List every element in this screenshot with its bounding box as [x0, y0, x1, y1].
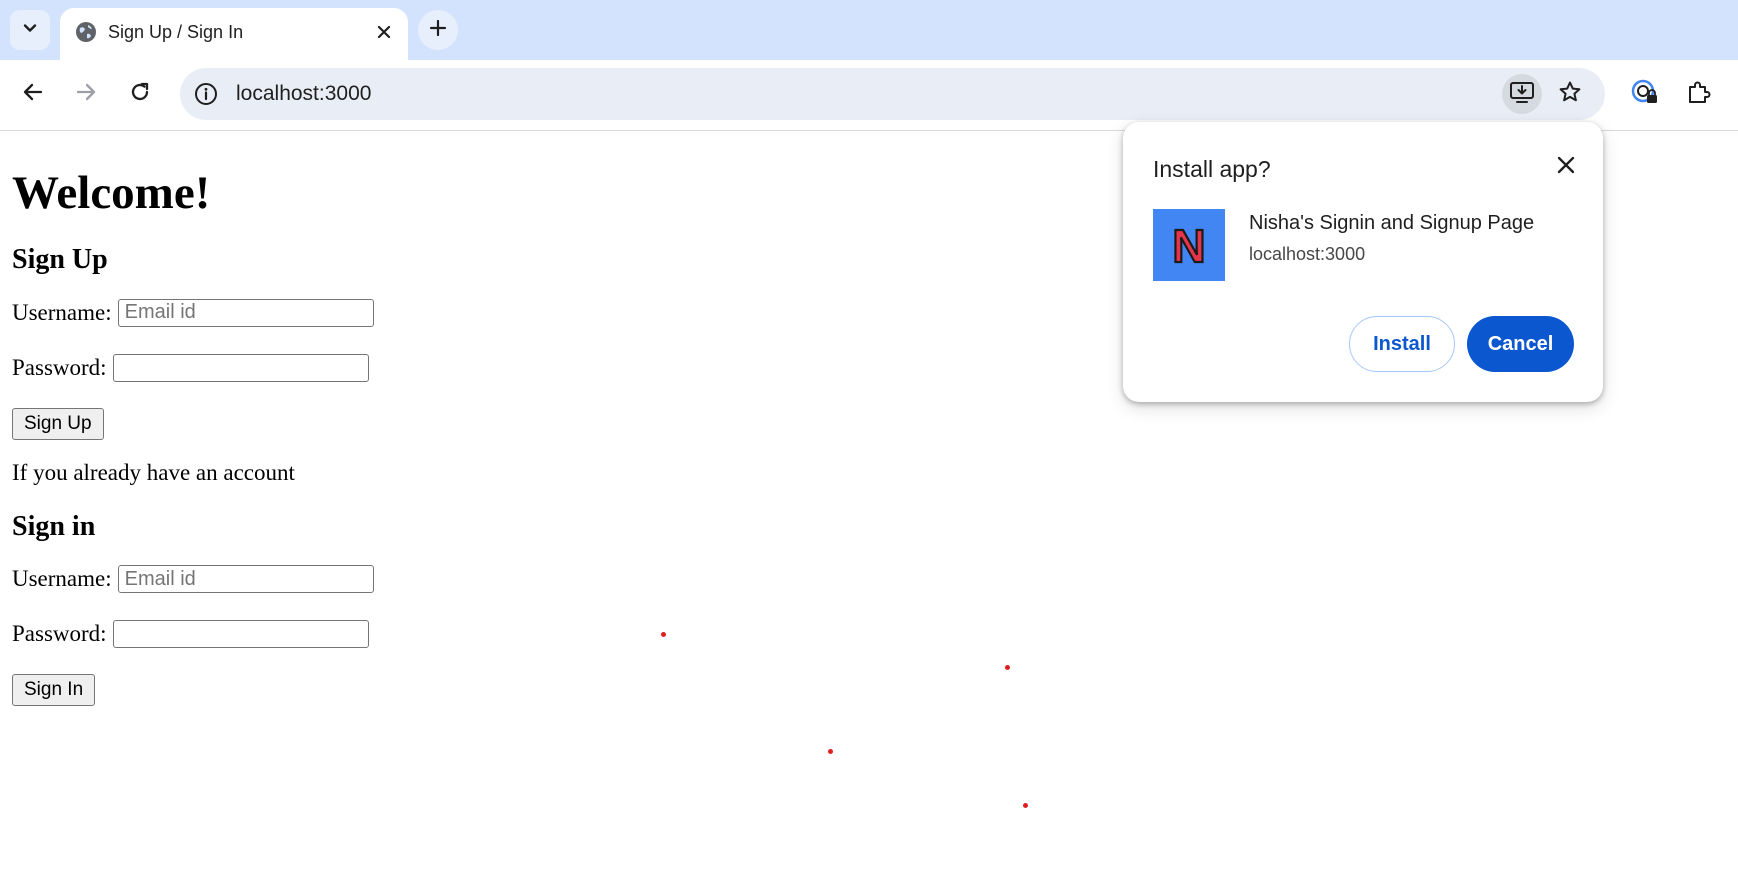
- signin-password-row: Password:: [12, 620, 1112, 649]
- address-bar[interactable]: localhost:3000: [180, 68, 1605, 120]
- app-icon: N: [1153, 209, 1225, 281]
- red-dot: [661, 632, 666, 637]
- bookmark-button[interactable]: [1550, 74, 1590, 114]
- app-origin: localhost:3000: [1249, 244, 1366, 264]
- reload-button[interactable]: [120, 74, 160, 114]
- back-button[interactable]: [13, 74, 53, 114]
- password-manager-icon: [1631, 78, 1659, 111]
- red-dot: [1005, 665, 1010, 670]
- signin-username-row: Username:: [12, 565, 1112, 594]
- globe-icon: [74, 20, 98, 44]
- password-manager-button[interactable]: [1625, 74, 1665, 114]
- signup-heading: Sign Up: [12, 244, 108, 276]
- signup-password-row: Password:: [12, 353, 1112, 382]
- signin-button-row: Sign In: [12, 674, 1112, 707]
- reload-icon: [129, 81, 151, 108]
- account-hint-text: If you already have an account: [12, 459, 295, 485]
- signup-password-input[interactable]: [112, 353, 369, 382]
- signin-password-input[interactable]: [112, 620, 369, 649]
- red-dot: [1023, 803, 1028, 808]
- red-dot: [828, 749, 833, 754]
- extensions-button[interactable]: [1679, 74, 1719, 114]
- signup-button[interactable]: Sign Up: [12, 407, 104, 440]
- signup-username-input[interactable]: [117, 298, 374, 327]
- forward-arrow-icon: [75, 81, 97, 108]
- plus-icon: [429, 19, 447, 42]
- chevron-down-icon: [22, 20, 38, 41]
- signup-password-label: Password:: [12, 354, 107, 380]
- tab-search-button[interactable]: [10, 10, 50, 50]
- install-app-button[interactable]: [1502, 74, 1542, 114]
- install-app-icon: [1509, 80, 1535, 109]
- install-button[interactable]: Install: [1349, 316, 1455, 372]
- star-icon: [1558, 80, 1582, 109]
- app-icon-letter: N: [1172, 222, 1205, 268]
- signup-username-label: Username:: [12, 299, 112, 325]
- back-arrow-icon: [22, 81, 44, 108]
- tab-strip: Sign Up / Sign In: [0, 0, 1738, 60]
- signup-button-row: Sign Up: [12, 407, 1112, 440]
- signin-username-input[interactable]: [117, 565, 374, 594]
- tab-active[interactable]: Sign Up / Sign In: [60, 8, 408, 60]
- tab-title: Sign Up / Sign In: [108, 22, 244, 42]
- signup-username-row: Username:: [12, 298, 1112, 327]
- app-name: Nisha's Signin and Signup Page: [1249, 212, 1535, 234]
- url-text: localhost:3000: [236, 82, 372, 105]
- cancel-button[interactable]: Cancel: [1467, 316, 1574, 372]
- close-icon[interactable]: [1551, 150, 1581, 180]
- close-icon[interactable]: [370, 18, 398, 46]
- page-title: Welcome!: [12, 167, 211, 219]
- dialog-title: Install app?: [1153, 156, 1271, 182]
- new-tab-button[interactable]: [418, 10, 458, 50]
- signin-password-label: Password:: [12, 621, 107, 647]
- signin-heading: Sign in: [12, 510, 96, 542]
- browser-toolbar: localhost:3000: [0, 60, 1738, 131]
- signin-username-label: Username:: [12, 566, 112, 592]
- install-app-dialog: Install app? N Nisha's Signin and Signup…: [1123, 122, 1603, 402]
- forward-button[interactable]: [66, 74, 106, 114]
- extensions-icon: [1686, 79, 1712, 110]
- signin-button[interactable]: Sign In: [12, 674, 96, 707]
- info-icon[interactable]: [192, 80, 220, 108]
- page-content: Welcome! Sign Up Username: Password: Sig…: [12, 130, 1112, 707]
